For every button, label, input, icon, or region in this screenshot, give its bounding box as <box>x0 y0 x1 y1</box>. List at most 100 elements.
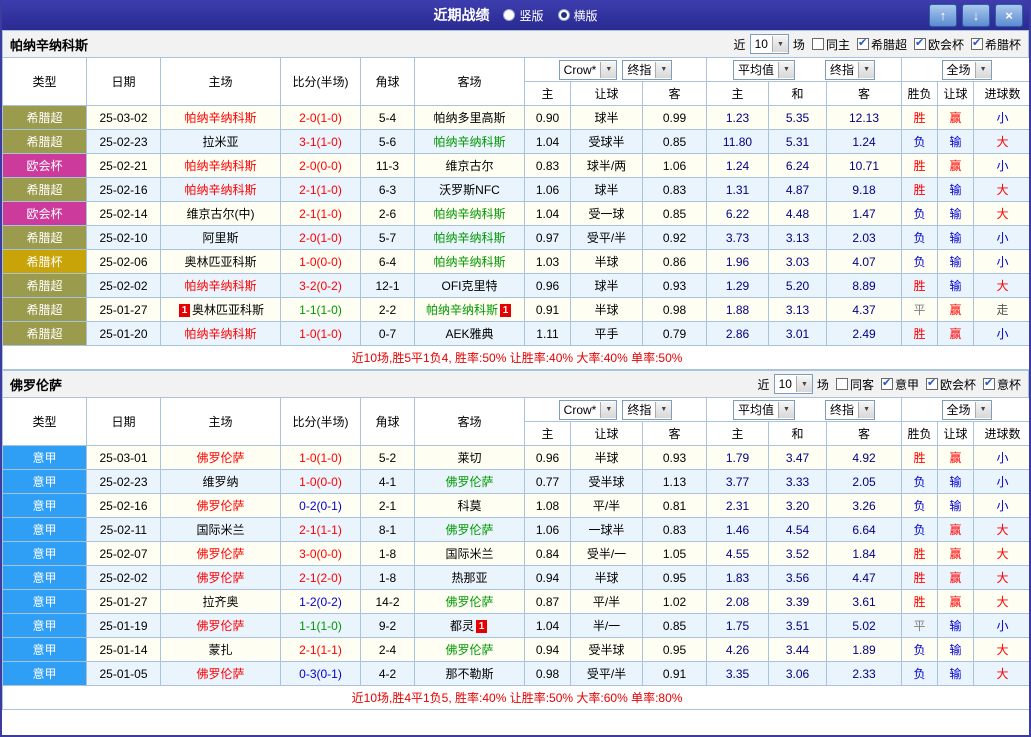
result-handicap: 赢 <box>938 154 974 178</box>
corner-score: 2-1 <box>361 494 415 518</box>
filter-league-checkbox[interactable]: 意甲 <box>881 376 919 393</box>
scroll-down-button[interactable]: ↓ <box>962 4 990 27</box>
result-handicap: 输 <box>938 614 974 638</box>
handicap-home-odds: 0.94 <box>525 638 571 662</box>
league-type-badge: 希腊超 <box>3 298 87 322</box>
away-team[interactable]: 沃罗斯NFC <box>415 178 525 202</box>
scroll-up-button[interactable]: ↑ <box>929 4 957 27</box>
away-team[interactable]: 帕纳辛纳科斯 <box>415 130 525 154</box>
home-team[interactable]: 帕纳辛纳科斯 <box>161 106 281 130</box>
filter-league-checkbox[interactable]: 欧会杯 <box>914 36 964 53</box>
away-team[interactable]: 帕纳辛纳科斯 <box>415 226 525 250</box>
avg-home-odds: 1.23 <box>707 106 769 130</box>
away-team[interactable]: 佛罗伦萨 <box>415 518 525 542</box>
home-team[interactable]: 佛罗伦萨 <box>161 542 281 566</box>
view-horizontal-radio[interactable]: 横版 <box>558 7 598 24</box>
avg-draw-odds: 5.31 <box>769 130 827 154</box>
match-date: 25-02-02 <box>87 566 161 590</box>
filter-same-venue-checkbox[interactable]: 同主 <box>812 36 850 53</box>
odds-company-select[interactable]: Crow*▼ <box>559 60 618 80</box>
avg-kind-select[interactable]: 终指▼ <box>825 400 875 420</box>
league-type-badge: 意甲 <box>3 542 87 566</box>
filter-same-venue-checkbox[interactable]: 同客 <box>836 376 874 393</box>
away-team[interactable]: 佛罗伦萨 <box>415 470 525 494</box>
away-team[interactable]: 佛罗伦萨 <box>415 590 525 614</box>
avg-draw-odds: 3.39 <box>769 590 827 614</box>
match-date: 25-01-05 <box>87 662 161 686</box>
avg-home-odds: 1.46 <box>707 518 769 542</box>
team-name-text: 帕纳辛纳科斯 <box>433 207 505 221</box>
filter-league-checkbox[interactable]: 希腊杯 <box>971 36 1021 53</box>
home-team[interactable]: 帕纳辛纳科斯 <box>161 274 281 298</box>
team-name-text: 国际米兰 <box>196 523 244 537</box>
home-team[interactable]: 佛罗伦萨 <box>161 446 281 470</box>
odds-kind-select[interactable]: 终指▼ <box>622 60 672 80</box>
home-team[interactable]: 维京古尔(中) <box>161 202 281 226</box>
filter-league-checkbox[interactable]: 意杯 <box>983 376 1021 393</box>
avg-kind-select[interactable]: 终指▼ <box>825 60 875 80</box>
handicap-line: 平/半 <box>571 590 643 614</box>
home-team[interactable]: 阿里斯 <box>161 226 281 250</box>
home-team[interactable]: 1奥林匹亚科斯 <box>161 298 281 322</box>
close-button[interactable]: × <box>995 4 1023 27</box>
away-team[interactable]: 莱切 <box>415 446 525 470</box>
home-team[interactable]: 维罗纳 <box>161 470 281 494</box>
corner-score: 0-7 <box>361 322 415 346</box>
result-outcome: 胜 <box>902 274 938 298</box>
match-count-select[interactable]: 10▼ <box>750 34 789 54</box>
avg-source-select[interactable]: 平均值▼ <box>733 400 795 420</box>
away-team[interactable]: 帕纳辛纳科斯 <box>415 250 525 274</box>
away-team[interactable]: 国际米兰 <box>415 542 525 566</box>
home-team[interactable]: 佛罗伦萨 <box>161 614 281 638</box>
scope-select[interactable]: 全场▼ <box>942 400 992 420</box>
odds-kind-select[interactable]: 终指▼ <box>622 400 672 420</box>
score-halftime: 1-1(1-0) <box>281 614 361 638</box>
corner-score: 2-4 <box>361 638 415 662</box>
away-team[interactable]: 帕纳多里高斯 <box>415 106 525 130</box>
home-team[interactable]: 奥林匹亚科斯 <box>161 250 281 274</box>
chevron-down-icon: ▼ <box>772 36 788 52</box>
match-row: 欧会杯 25-02-14 维京古尔(中) 2-1(1-0) 2-6 帕纳辛纳科斯… <box>3 202 1031 226</box>
handicap-home-odds: 0.94 <box>525 566 571 590</box>
away-team[interactable]: OFI克里特 <box>415 274 525 298</box>
home-team[interactable]: 拉米亚 <box>161 130 281 154</box>
home-team[interactable]: 帕纳辛纳科斯 <box>161 322 281 346</box>
corner-score: 6-4 <box>361 250 415 274</box>
home-team[interactable]: 拉齐奥 <box>161 590 281 614</box>
chevron-down-icon: ▼ <box>975 62 991 78</box>
avg-away-odds: 1.24 <box>827 130 902 154</box>
filter-league-checkbox[interactable]: 希腊超 <box>857 36 907 53</box>
away-team[interactable]: 都灵1 <box>415 614 525 638</box>
league-type-badge: 希腊杯 <box>3 250 87 274</box>
away-team[interactable]: 帕纳辛纳科斯 <box>415 202 525 226</box>
avg-source-select[interactable]: 平均值▼ <box>733 60 795 80</box>
col-header-odds-home: 主 <box>525 82 571 106</box>
home-team[interactable]: 帕纳辛纳科斯 <box>161 178 281 202</box>
home-team[interactable]: 蒙扎 <box>161 638 281 662</box>
home-team[interactable]: 佛罗伦萨 <box>161 494 281 518</box>
away-team[interactable]: 佛罗伦萨 <box>415 638 525 662</box>
away-team[interactable]: 热那亚 <box>415 566 525 590</box>
view-vertical-radio[interactable]: 竖版 <box>503 7 543 24</box>
col-header-handicap-result: 让球 <box>938 82 974 106</box>
away-team[interactable]: 帕纳辛纳科斯1 <box>415 298 525 322</box>
home-team[interactable]: 佛罗伦萨 <box>161 566 281 590</box>
handicap-line: 半球 <box>571 250 643 274</box>
away-team[interactable]: 维京古尔 <box>415 154 525 178</box>
away-team[interactable]: 科莫 <box>415 494 525 518</box>
team-name-text: 帕纳辛纳科斯 <box>184 183 256 197</box>
handicap-line: 受半/一 <box>571 542 643 566</box>
match-count-select[interactable]: 10▼ <box>774 374 813 394</box>
radio-icon <box>503 9 515 21</box>
filter-league-checkbox[interactable]: 欧会杯 <box>926 376 976 393</box>
home-team[interactable]: 帕纳辛纳科斯 <box>161 154 281 178</box>
home-team[interactable]: 国际米兰 <box>161 518 281 542</box>
result-outcome: 平 <box>902 614 938 638</box>
scope-select[interactable]: 全场▼ <box>942 60 992 80</box>
home-team[interactable]: 佛罗伦萨 <box>161 662 281 686</box>
away-team[interactable]: 那不勒斯 <box>415 662 525 686</box>
team-name-text: 国际米兰 <box>445 547 493 561</box>
odds-company-select[interactable]: Crow*▼ <box>559 400 618 420</box>
team-name-text: 帕纳辛纳科斯 <box>184 327 256 341</box>
away-team[interactable]: AEK雅典 <box>415 322 525 346</box>
